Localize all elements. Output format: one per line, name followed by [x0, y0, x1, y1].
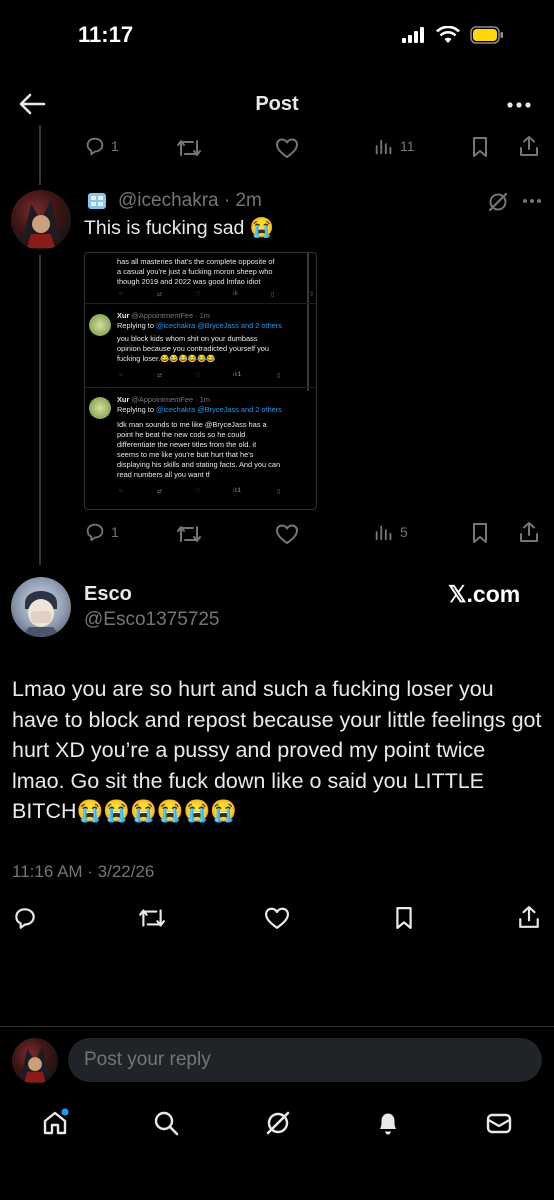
esco-avatar[interactable] — [11, 577, 71, 637]
top-bookmark-icon[interactable] — [470, 136, 490, 158]
reply-post-like-icon[interactable] — [275, 523, 299, 545]
shot-top-actions: ○ ⇄ ♡ ılı ▯ ⇧ — [119, 291, 315, 298]
reply-post-reply-count: 1 — [111, 524, 119, 540]
shot-r2-line-1: Idk man sounds to me like @BryceJass has… — [117, 420, 267, 429]
reply-post-bookmark-icon[interactable] — [470, 522, 490, 544]
shot-r1-line-2: opinion because you contradicted yoursel… — [117, 344, 270, 353]
shot-r2-replying-to: @icechakra @BryceJass and 2 others — [156, 405, 282, 414]
thread-line-top — [39, 125, 41, 185]
top-like-icon[interactable] — [275, 137, 299, 159]
icechakra-handle-time[interactable]: @icechakra · 2m — [118, 190, 262, 212]
shot-divider — [85, 303, 316, 304]
views-icon — [375, 139, 392, 155]
views-icon — [375, 525, 392, 541]
avatar-art-icon — [21, 1045, 49, 1083]
reply-more-icon[interactable] — [522, 198, 542, 204]
shot-r2-name: Xur — [117, 395, 130, 404]
reply-icon — [86, 137, 104, 156]
wifi-icon — [436, 26, 460, 43]
shot-r1-handle: @AppointmentFee · 1m — [131, 311, 210, 320]
battery-icon — [470, 26, 503, 44]
shot-r2-line-6: read numbers all you want tf — [117, 470, 210, 479]
shot-divider-2 — [85, 387, 316, 388]
more-options-icon[interactable] — [506, 100, 532, 110]
main-repost-icon[interactable] — [138, 906, 166, 930]
top-views-button[interactable]: 11 — [373, 135, 415, 157]
current-user-avatar[interactable] — [12, 1038, 58, 1084]
page-title: Post — [255, 93, 299, 115]
shot-top-line-2: a casual you're just a fucking moron she… — [117, 267, 273, 276]
thread-line-middle — [39, 255, 41, 565]
shot-top-line-1: has all masteries that's the complete op… — [117, 257, 275, 266]
screenshot-scrollbar — [307, 253, 309, 391]
signal-icon — [402, 27, 424, 43]
reply-post-views-count: 5 — [400, 524, 408, 540]
shot-r1-views: 1 — [237, 372, 242, 378]
main-bookmark-icon[interactable] — [393, 905, 415, 931]
reply-icon — [86, 523, 104, 542]
icechakra-avatar[interactable] — [11, 190, 71, 250]
top-reply-button[interactable]: 1 — [84, 135, 119, 157]
top-views-count: 11 — [400, 138, 415, 154]
shot-xur-avatar-2 — [89, 397, 111, 419]
shot-r2-line-4: seems to me like you're butt hurt that h… — [117, 450, 254, 459]
shot-r2-replying: Replying to — [117, 405, 157, 414]
shot-r1-replying: Replying to — [117, 321, 157, 330]
shot-r2-views: 1 — [237, 488, 242, 494]
shot-r2-actions: ○⇄♡ılı1▯⇧ — [119, 488, 316, 495]
shot-top-line-3: though 2019 and 2022 was good lmfao idio… — [117, 277, 261, 286]
shot-r2-line-2: point he beat the new cods so he could — [117, 430, 246, 439]
top-share-icon[interactable] — [518, 135, 540, 157]
ice-cube-icon — [88, 193, 106, 209]
esco-handle[interactable]: @Esco1375725 — [84, 609, 220, 631]
main-reply-icon[interactable] — [12, 905, 38, 931]
top-repost-icon[interactable] — [176, 137, 202, 159]
shot-r1-replying-to: @icechakra @BryceJass and 2 others — [156, 321, 282, 330]
shot-r2-line-5: displaying his skills and stating facts.… — [117, 460, 281, 469]
search-icon[interactable] — [151, 1108, 181, 1138]
status-icons — [402, 26, 504, 44]
shot-r1-actions: ○⇄♡ılı1▯⇧ — [119, 372, 316, 379]
grok-icon[interactable] — [263, 1108, 293, 1138]
shot-r1-name: Xur — [117, 311, 130, 320]
reply-post-reply-button[interactable]: 1 — [84, 521, 119, 543]
status-time: 11:17 — [78, 22, 134, 47]
messages-icon[interactable] — [484, 1108, 514, 1138]
shot-r1-line-1: you block kids whom shit on your dumbass — [117, 334, 258, 343]
grok-icon[interactable] — [487, 191, 509, 213]
reply-post-views-button[interactable]: 5 — [373, 521, 408, 543]
notifications-icon[interactable] — [373, 1108, 403, 1138]
avatar-art-icon — [23, 200, 59, 248]
shot-r2-handle: @AppointmentFee · 1m — [131, 395, 210, 404]
reply-input-placeholder[interactable]: Post your reply — [84, 1049, 211, 1071]
attached-screenshot[interactable]: has all masteries that's the complete op… — [84, 252, 317, 510]
reply-post-share-icon[interactable] — [518, 521, 540, 543]
main-like-icon[interactable] — [263, 906, 291, 930]
x-com-watermark: 𝕏.com — [448, 581, 521, 607]
main-share-icon[interactable] — [517, 905, 541, 929]
shot-xur-avatar-1 — [89, 314, 111, 336]
shot-r1-line-3: fucking loser.😂😂😂😂😂😂 — [117, 354, 216, 363]
reply-post-repost-icon[interactable] — [176, 523, 202, 545]
avatar-art-icon — [21, 591, 61, 637]
main-post-text: Lmao you are so hurt and such a fucking … — [12, 677, 542, 823]
home-icon[interactable] — [40, 1108, 70, 1138]
reply-bar-divider — [0, 1026, 554, 1027]
esco-name[interactable]: Esco — [84, 583, 132, 606]
top-reply-count: 1 — [111, 138, 119, 154]
main-post-timestamp[interactable]: 11:16 AM · 3/22/26 — [12, 862, 154, 882]
shot-r2-line-3: differentiate the newer titles from the … — [117, 440, 257, 449]
reply-post-text: This is fucking sad 😭 — [84, 217, 275, 239]
